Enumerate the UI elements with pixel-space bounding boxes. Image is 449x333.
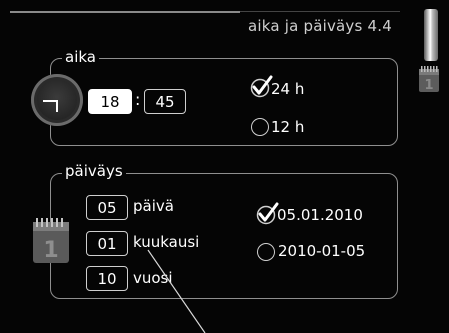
- svg-text:1: 1: [424, 78, 433, 93]
- clock-icon: [31, 74, 83, 126]
- format-24h-label[interactable]: 24 h: [271, 80, 304, 98]
- date-format-iso-radio[interactable]: [257, 243, 275, 261]
- date-format-dmy-label[interactable]: 05.01.2010: [277, 206, 363, 224]
- month-label: kuukausi: [133, 233, 200, 251]
- calendar-icon-large: 1: [33, 218, 69, 263]
- day-input[interactable]: 05: [86, 195, 128, 220]
- svg-text:1: 1: [43, 238, 58, 263]
- year-label: vuosi: [133, 269, 173, 287]
- time-panel-label: aika: [62, 48, 99, 66]
- page-title: aika ja päiväys 4.4: [248, 17, 392, 35]
- time-separator: :: [135, 90, 141, 109]
- scrollbar-thumb[interactable]: [424, 9, 438, 61]
- screen: aika ja päiväys 4.4 1 aika 18 : 45 24 h …: [0, 0, 449, 333]
- minutes-input[interactable]: 45: [144, 89, 186, 114]
- year-input[interactable]: 10: [86, 266, 128, 291]
- calendar-icon: 1: [419, 66, 439, 93]
- format-12h-label[interactable]: 12 h: [271, 118, 304, 136]
- date-format-iso-label[interactable]: 2010-01-05: [278, 242, 365, 260]
- format-12h-radio[interactable]: [251, 118, 269, 136]
- header-rule: [10, 11, 240, 13]
- hours-input[interactable]: 18: [88, 89, 132, 114]
- day-label: päivä: [133, 197, 174, 215]
- header-rule-right: [240, 11, 400, 12]
- month-input[interactable]: 01: [86, 231, 128, 256]
- date-panel-label: päiväys: [62, 162, 126, 180]
